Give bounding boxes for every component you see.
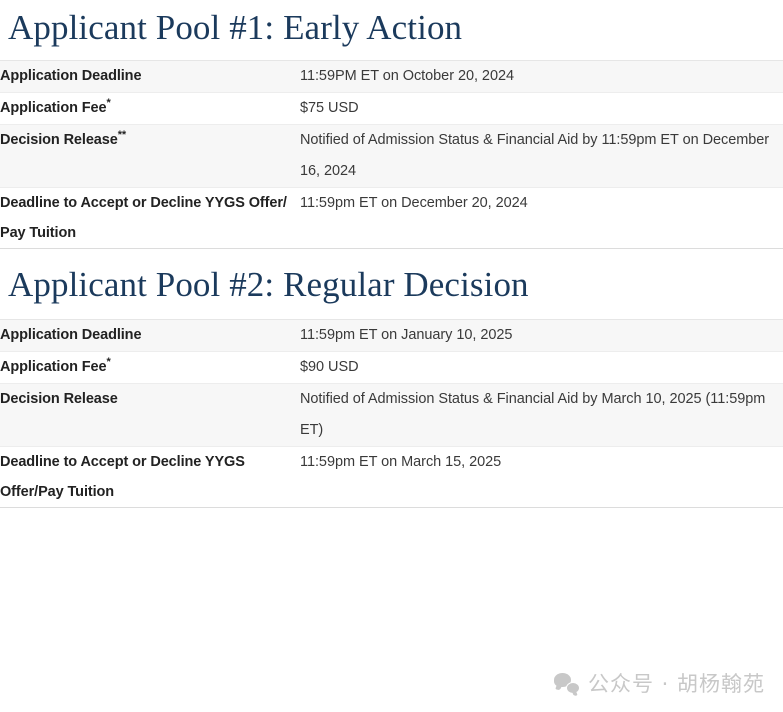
row-value: 11:59pm ET on March 15, 2025 [300, 446, 783, 508]
table-row: Application Fee* $75 USD [0, 92, 783, 125]
row-label-cell: Decision Release [0, 383, 300, 447]
wechat-icon [553, 672, 580, 694]
page-root: Applicant Pool #1: Early Action Applicat… [0, 0, 783, 712]
row-label: Decision Release [0, 391, 118, 407]
table-row: Decision Release Notified of Admission S… [0, 383, 783, 447]
row-value: $90 USD [300, 351, 783, 384]
row-value: 11:59PM ET on October 20, 2024 [300, 60, 783, 93]
row-label-asterisk: ** [117, 129, 127, 142]
row-label-asterisk: * [106, 97, 111, 110]
row-label-cell: Application Fee* [0, 92, 300, 125]
row-label-cell: Application Deadline [0, 319, 300, 352]
row-label: Decision Release [0, 132, 118, 148]
row-label-cell: Deadline to Accept or Decline YYGS Offer… [0, 187, 300, 249]
row-label: Deadline to Accept or Decline YYGS Offer… [0, 454, 245, 500]
table-row: Application Deadline 11:59pm ET on Janua… [0, 319, 783, 352]
row-label: Application Deadline [0, 327, 142, 343]
table-row: Application Fee* $90 USD [0, 351, 783, 384]
row-value: 11:59pm ET on January 10, 2025 [300, 319, 783, 352]
table-row: Deadline to Accept or Decline YYGS Offer… [0, 446, 783, 508]
row-label: Application Deadline [0, 68, 142, 84]
row-label: Deadline to Accept or Decline YYGS Offer… [0, 195, 287, 241]
row-value: 11:59pm ET on December 20, 2024 [300, 187, 783, 249]
row-label-asterisk: * [106, 356, 111, 369]
table-row: Application Deadline 11:59PM ET on Octob… [0, 60, 783, 93]
row-label-cell: Deadline to Accept or Decline YYGS Offer… [0, 446, 300, 508]
row-label: Application Fee [0, 359, 107, 375]
row-label-cell: Decision Release** [0, 124, 300, 188]
deadlines-table-pool-2: Application Deadline 11:59pm ET on Janua… [0, 319, 783, 508]
watermark: 公众号 · 胡杨翰苑 [553, 668, 765, 698]
table-row: Deadline to Accept or Decline YYGS Offer… [0, 187, 783, 249]
row-label-cell: Application Fee* [0, 351, 300, 384]
row-value: Notified of Admission Status & Financial… [300, 124, 783, 188]
row-value: Notified of Admission Status & Financial… [300, 383, 783, 447]
watermark-text: 公众号 · 胡杨翰苑 [587, 672, 765, 696]
section-heading-pool-1: Applicant Pool #1: Early Action [8, 8, 463, 47]
row-value: $75 USD [300, 92, 783, 125]
deadlines-table-pool-1: Application Deadline 11:59PM ET on Octob… [0, 60, 783, 249]
row-label: Application Fee [0, 100, 107, 116]
row-label-cell: Application Deadline [0, 60, 300, 93]
table-row: Decision Release** Notified of Admission… [0, 124, 783, 188]
section-heading-pool-2: Applicant Pool #2: Regular Decision [8, 265, 529, 304]
